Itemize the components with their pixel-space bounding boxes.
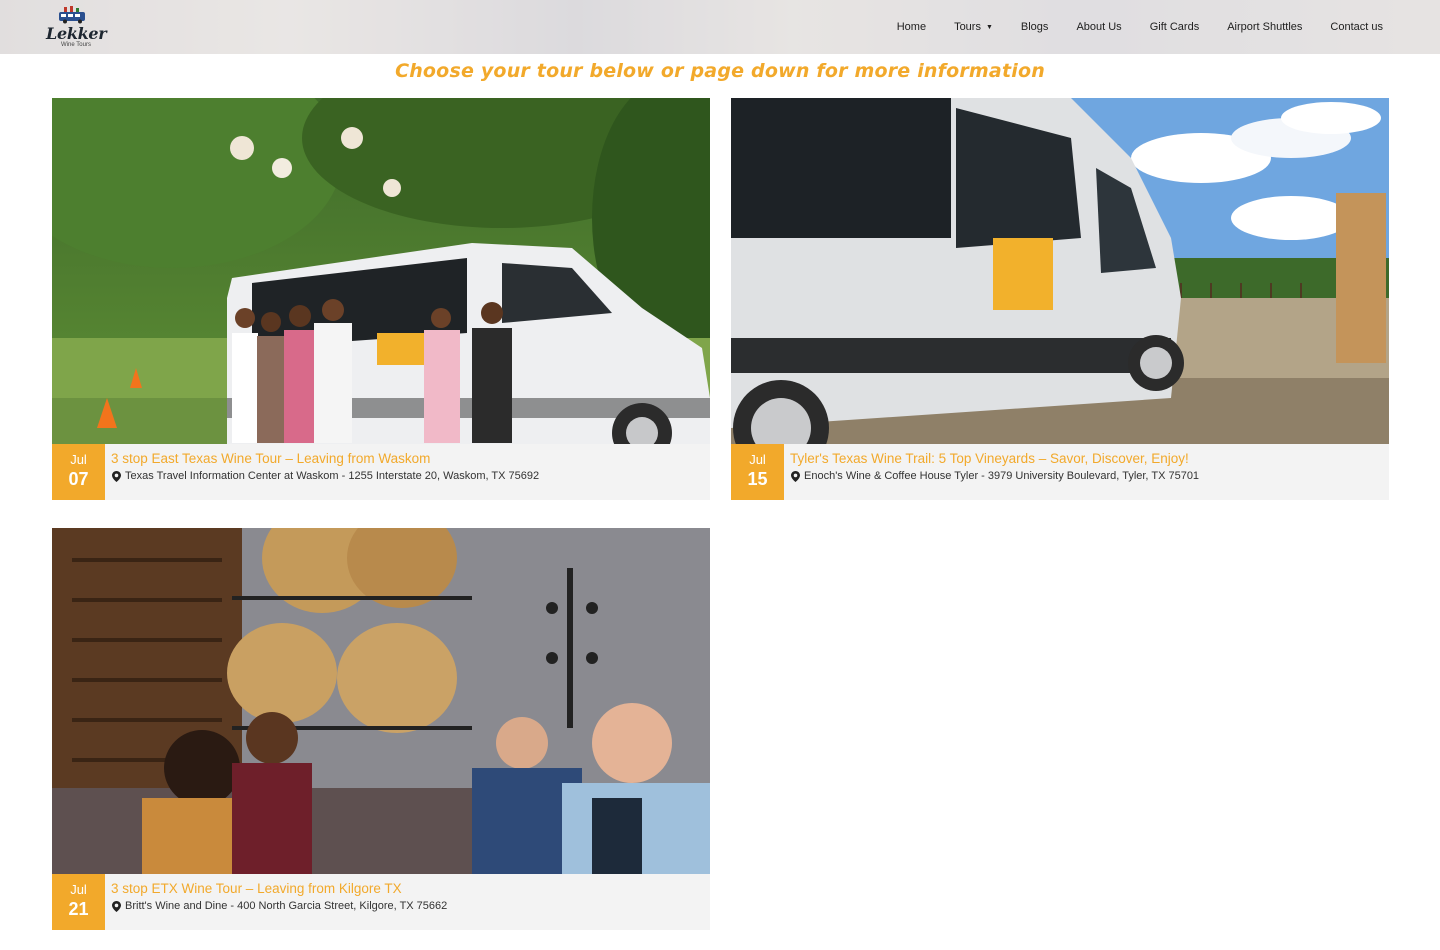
map-pin-icon (791, 470, 800, 482)
tour-card[interactable]: Jul 21 3 stop ETX Wine Tour – Leaving fr… (52, 528, 710, 930)
nav-tours[interactable]: Tours ▼ (940, 21, 1007, 33)
tour-title-link[interactable]: 3 stop East Texas Wine Tour – Leaving fr… (111, 451, 702, 466)
nav-airport-shuttles-label: Airport Shuttles (1227, 21, 1303, 33)
date-day: 07 (68, 469, 89, 489)
map-pin-icon (112, 900, 121, 912)
tour-location: Texas Travel Information Center at Wasko… (112, 470, 702, 482)
tour-location-text: Texas Travel Information Center at Wasko… (125, 470, 540, 482)
nav-gift-cards[interactable]: Gift Cards (1136, 21, 1214, 33)
date-month: Jul (70, 452, 87, 467)
van-logo-icon (59, 6, 85, 24)
nav-gift-cards-label: Gift Cards (1149, 21, 1200, 33)
tour-location: Enoch's Wine & Coffee House Tyler - 3979… (791, 470, 1381, 482)
wine-cellar-toast-photo (52, 528, 710, 874)
site-header: Lekker Wine Tours Home Tours ▼ Blogs Abou… (0, 0, 1440, 54)
tour-title-link[interactable]: Tyler's Texas Wine Trail: 5 Top Vineyard… (790, 451, 1381, 466)
logo-wordmark: Lekker (46, 24, 107, 43)
group-with-van-photo (52, 98, 710, 444)
logo-subtitle: Wine Tours (61, 42, 91, 48)
tour-image[interactable] (52, 528, 710, 874)
nav-airport-shuttles[interactable]: Airport Shuttles (1213, 21, 1316, 33)
date-month: Jul (70, 882, 87, 897)
page-tagline: Choose your tour below or page down for … (395, 60, 1045, 82)
site-logo[interactable]: Lekker Wine Tours (46, 4, 107, 50)
nav-home-label: Home (896, 21, 927, 33)
van-at-vineyard-photo (731, 98, 1389, 444)
date-badge: Jul 21 (52, 874, 105, 930)
nav-contact-label: Contact us (1330, 21, 1383, 33)
nav-blogs[interactable]: Blogs (1007, 21, 1063, 33)
tour-card[interactable]: Jul 07 3 stop East Texas Wine Tour – Lea… (52, 98, 710, 500)
nav-tours-label: Tours (954, 21, 981, 33)
date-month: Jul (749, 452, 766, 467)
nav-contact-us[interactable]: Contact us (1316, 21, 1383, 33)
tour-card[interactable]: Jul 15 Tyler's Texas Wine Trail: 5 Top V… (731, 98, 1389, 500)
caret-down-icon: ▼ (985, 23, 993, 31)
tour-title-link[interactable]: 3 stop ETX Wine Tour – Leaving from Kilg… (111, 881, 702, 896)
nav-about-us[interactable]: About Us (1062, 21, 1135, 33)
nav-about-label: About Us (1076, 21, 1122, 33)
date-day: 21 (68, 899, 89, 919)
date-badge: Jul 07 (52, 444, 105, 500)
map-pin-icon (112, 470, 121, 482)
tour-location-text: Britt's Wine and Dine - 400 North Garcia… (125, 900, 448, 912)
tour-location: Britt's Wine and Dine - 400 North Garcia… (112, 900, 702, 912)
date-day: 15 (747, 469, 768, 489)
tour-image[interactable] (52, 98, 710, 444)
nav-blogs-label: Blogs (1020, 21, 1049, 33)
tour-image[interactable] (731, 98, 1389, 444)
tour-location-text: Enoch's Wine & Coffee House Tyler - 3979… (804, 470, 1200, 482)
date-badge: Jul 15 (731, 444, 784, 500)
main-nav: Home Tours ▼ Blogs About Us Gift Cards Ai… (883, 0, 1383, 54)
nav-home[interactable]: Home (883, 21, 940, 33)
